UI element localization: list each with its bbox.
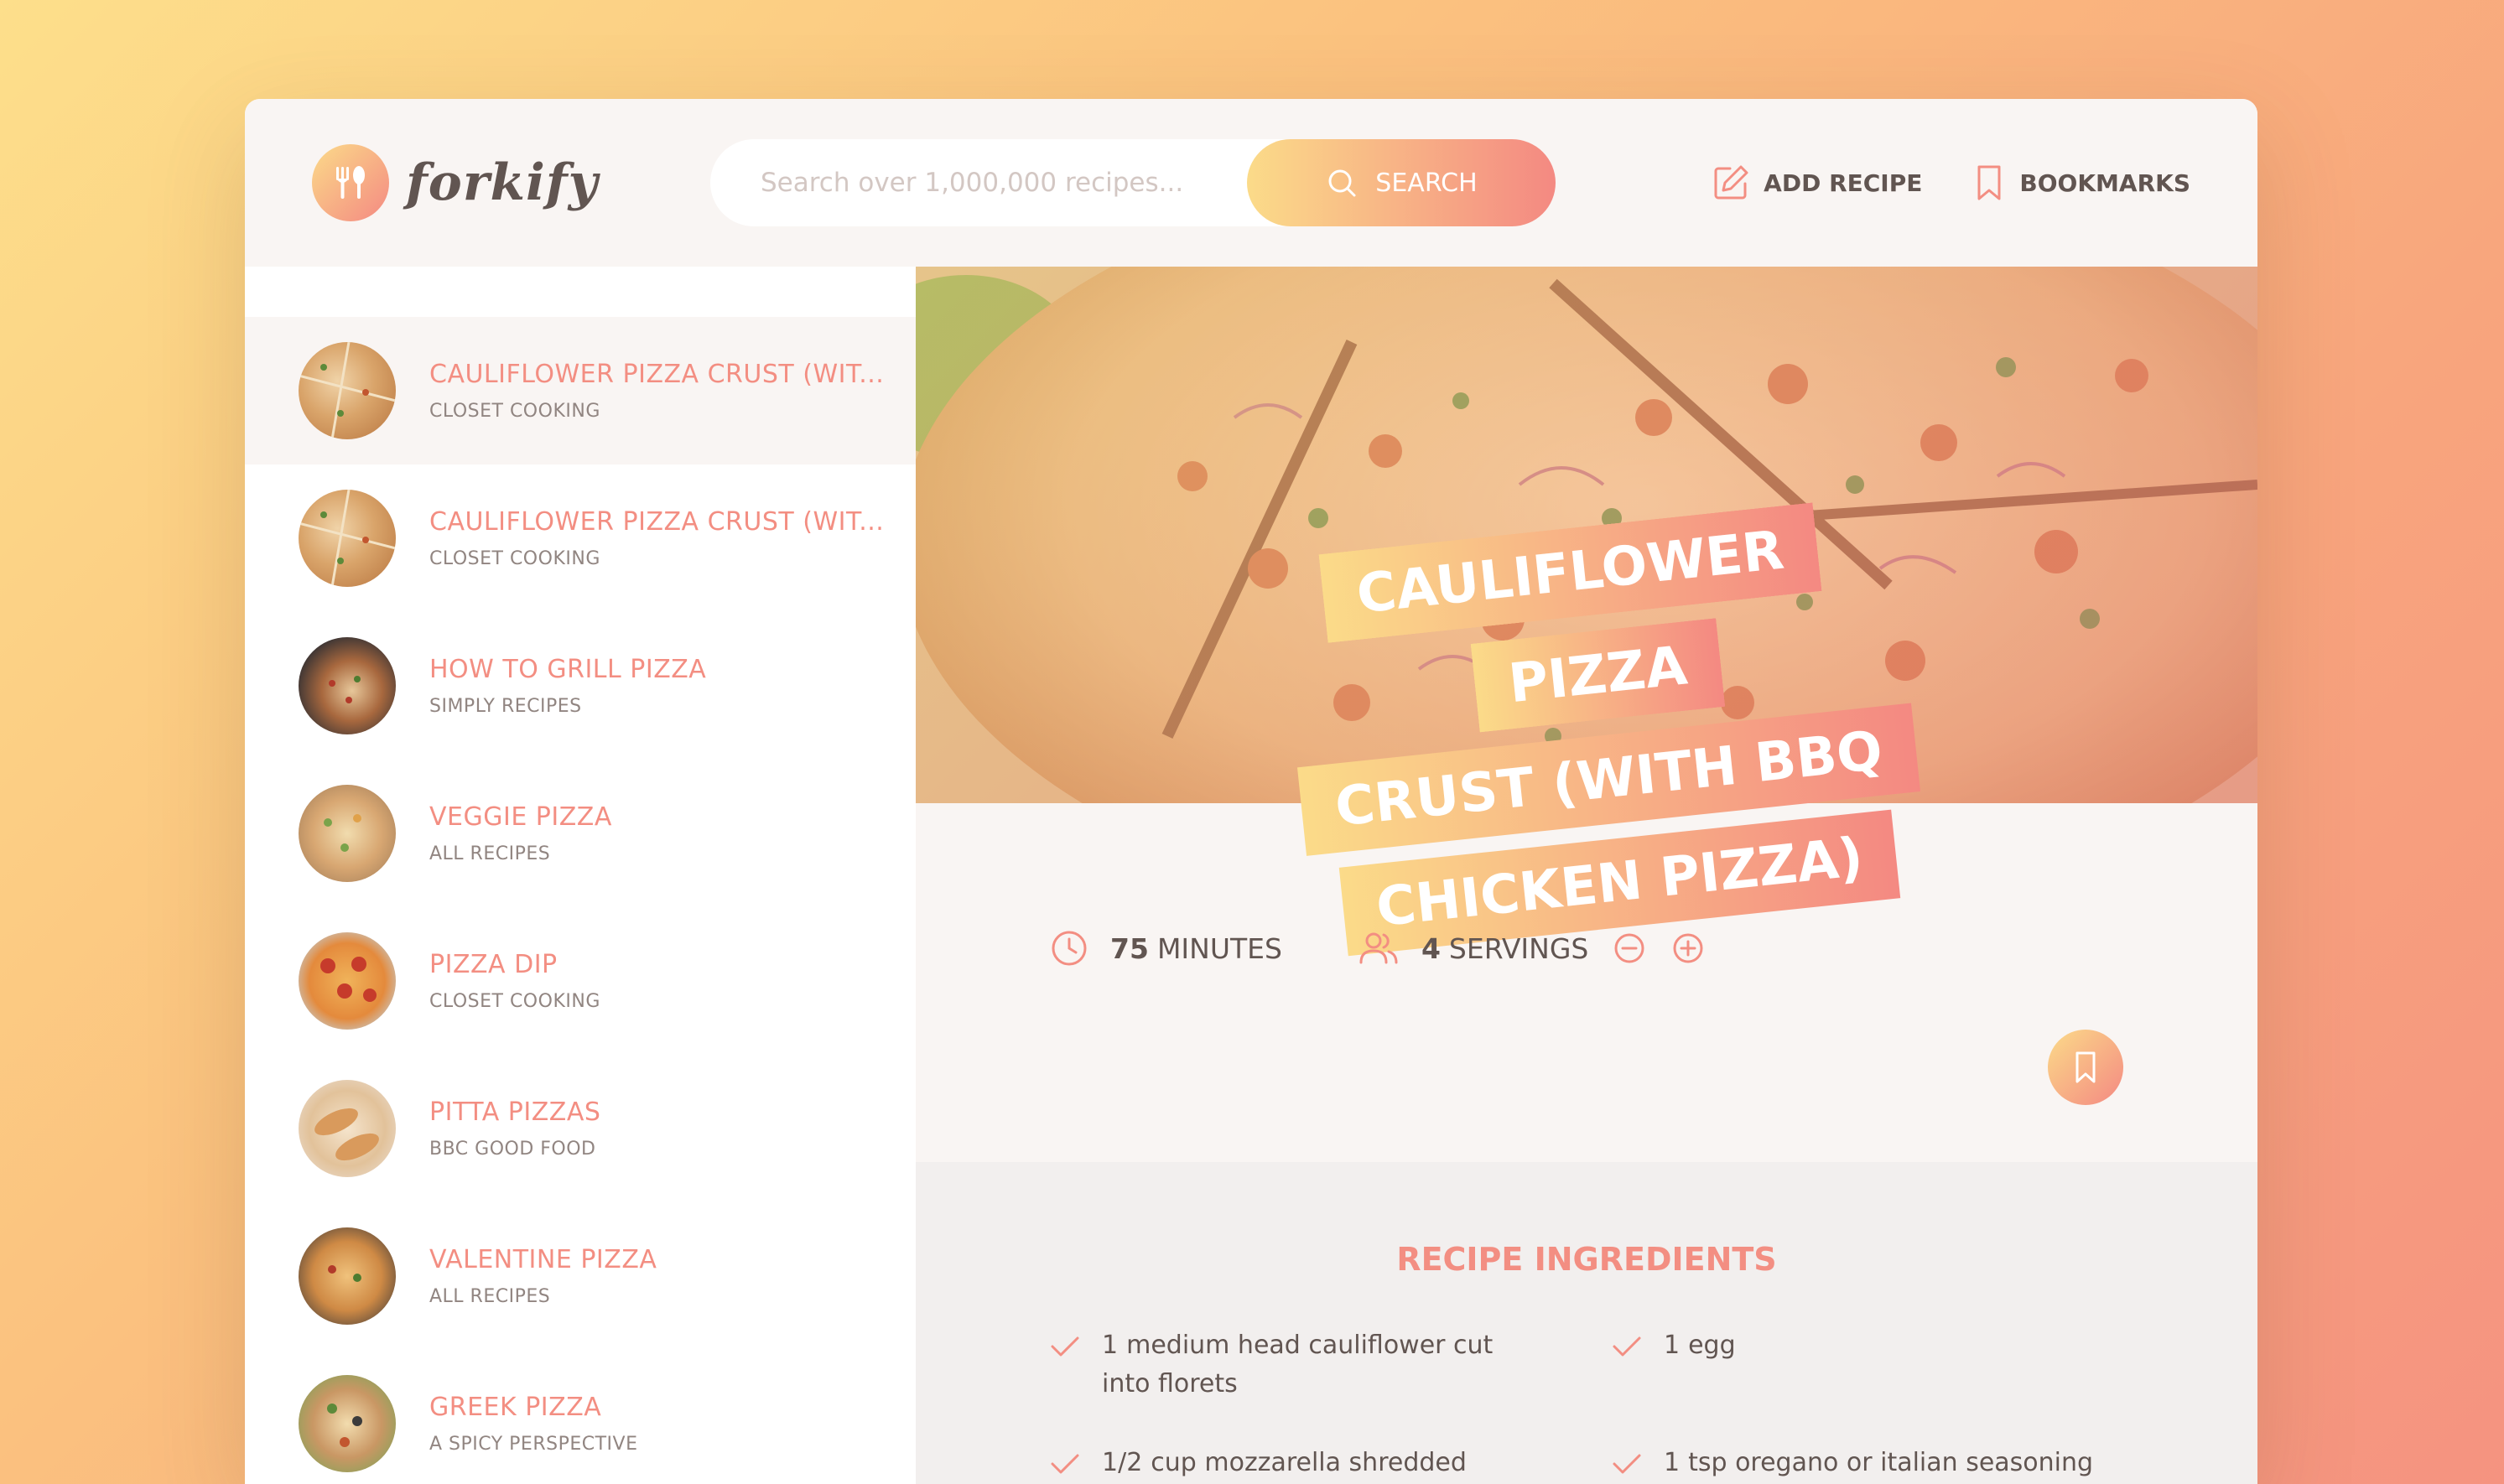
search-icon (1328, 169, 1356, 197)
result-item[interactable]: PIZZA DIP CLOSET COOKING (245, 907, 916, 1055)
result-item[interactable]: VEGGIE PIZZA ALL RECIPES (245, 760, 916, 907)
ingredient-item: 1/2 cup mozzarella shredded (1050, 1444, 1538, 1482)
bookmark-icon (1977, 165, 2001, 200)
recipe-panel: CAULIFLOWER PIZZA CRUST (WITH BBQ CHICKE… (916, 267, 2257, 1484)
search-input[interactable] (710, 139, 1264, 226)
result-item[interactable]: CAULIFLOWER PIZZA CRUST (WIT... CLOSET C… (245, 317, 916, 464)
search-button-label: SEARCH (1375, 168, 1478, 198)
plus-circle-icon (1673, 933, 1703, 963)
result-publisher: ALL RECIPES (429, 843, 551, 864)
result-title: VEGGIE PIZZA (429, 802, 612, 832)
logo-text: forkify (406, 153, 599, 212)
result-publisher: CLOSET COOKING (429, 991, 600, 1012)
result-thumbnail (299, 637, 396, 734)
add-recipe-label: ADD RECIPE (1764, 169, 1923, 197)
header: forkify SEARCH ADD RECIPE (245, 99, 2257, 267)
result-item[interactable]: VALENTINE PIZZA ALL RECIPES (245, 1202, 916, 1350)
result-publisher: CLOSET COOKING (429, 401, 600, 422)
ingredient-description: cup mozzarella shredded (1151, 1448, 1467, 1477)
result-title: VALENTINE PIZZA (429, 1245, 657, 1274)
ingredient-description: egg (1688, 1331, 1736, 1360)
check-icon (1051, 1454, 1079, 1474)
ingredient-item: 1 medium head cauliflower cut into floret… (1050, 1326, 1538, 1404)
nav: ADD RECIPE BOOKMARKS (1661, 99, 2190, 267)
ingredient-item: 1 egg (1612, 1326, 2100, 1365)
bookmark-recipe-button[interactable] (2048, 1030, 2123, 1105)
result-title: CAULIFLOWER PIZZA CRUST (WIT... (429, 360, 885, 389)
result-item[interactable]: PITTA PIZZAS BBC GOOD FOOD (245, 1055, 916, 1202)
result-item[interactable]: GREEK PIZZA A SPICY PERSPECTIVE (245, 1350, 916, 1484)
add-recipe-button[interactable]: ADD RECIPE (1712, 163, 1922, 202)
search-results: CAULIFLOWER PIZZA CRUST (WIT... CLOSET C… (245, 267, 916, 1484)
result-thumbnail (299, 1375, 396, 1472)
decrease-servings-button[interactable] (1613, 932, 1667, 964)
ingredient-description: medium head cauliflower cut into florets (1102, 1331, 1494, 1398)
recipe-servings-label: SERVINGS (1448, 931, 1589, 965)
recipe-title: CAULIFLOWER PIZZA CRUST (WITH BBQ CHICKE… (1248, 485, 1959, 971)
result-publisher: A SPICY PERSPECTIVE (429, 1434, 638, 1455)
search-button[interactable]: SEARCH (1247, 139, 1556, 226)
bookmark-icon (2075, 1051, 2096, 1083)
check-icon (1613, 1454, 1641, 1474)
ingredient-quantity: 1 (1102, 1331, 1119, 1360)
result-title: HOW TO GRILL PIZZA (429, 655, 707, 684)
increase-servings-button[interactable] (1672, 932, 1726, 964)
fork-knife-icon (312, 144, 389, 221)
recipe-minutes: 75 (1110, 931, 1149, 965)
result-publisher: CLOSET COOKING (429, 548, 600, 569)
ingredient-item: 1tsp oregano or italian seasoning blend (1612, 1444, 2100, 1484)
logo[interactable]: forkify (312, 144, 598, 221)
result-publisher: ALL RECIPES (429, 1286, 551, 1307)
result-thumbnail (299, 1080, 396, 1177)
result-thumbnail (299, 932, 396, 1030)
ingredients-heading: RECIPE INGREDIENTS (1396, 1241, 1777, 1278)
check-icon (1613, 1336, 1641, 1357)
ingredient-quantity: 1/2 (1102, 1448, 1143, 1477)
result-thumbnail (299, 1227, 396, 1325)
result-thumbnail (299, 490, 396, 587)
recipe-time: 75 MINUTES (1050, 929, 1282, 968)
forkify-app: forkify SEARCH ADD RECIPE (245, 99, 2257, 1484)
result-publisher: SIMPLY RECIPES (429, 696, 582, 717)
search-form: SEARCH (710, 139, 1556, 226)
check-icon (1051, 1336, 1079, 1357)
minus-circle-icon (1614, 933, 1644, 963)
ingredient-description: tsp oregano or italian seasoning blend (1688, 1448, 2094, 1477)
recipe-servings-count: 4 (1421, 931, 1441, 965)
recipe-details: 75 MINUTES 4 SERVINGS (1050, 929, 2140, 968)
recipe-minutes-label: MINUTES (1156, 931, 1282, 965)
result-title: PIZZA DIP (429, 950, 558, 979)
result-title: PITTA PIZZAS (429, 1097, 601, 1127)
edit-icon (1714, 165, 1748, 200)
result-title: GREEK PIZZA (429, 1393, 602, 1422)
ingredient-quantity: 1 (1664, 1331, 1681, 1360)
result-thumbnail (299, 785, 396, 882)
bookmarks-label: BOOKMARKS (2019, 169, 2190, 197)
clock-icon (1052, 931, 1087, 966)
result-thumbnail (299, 342, 396, 439)
ingredient-quantity: 1 (1664, 1448, 1681, 1477)
result-publisher: BBC GOOD FOOD (429, 1139, 596, 1160)
result-item[interactable]: HOW TO GRILL PIZZA SIMPLY RECIPES (245, 612, 916, 760)
result-item[interactable]: CAULIFLOWER PIZZA CRUST (WIT... CLOSET C… (245, 464, 916, 612)
users-icon (1359, 932, 1398, 964)
result-title: CAULIFLOWER PIZZA CRUST (WIT... (429, 507, 885, 537)
recipe-ingredients: RECIPE INGREDIENTS 1 medium head cauliflo… (916, 1162, 2257, 1484)
bookmarks-button[interactable]: BOOKMARKS (1972, 163, 2190, 202)
recipe-servings: 4 SERVINGS (1358, 929, 1731, 968)
